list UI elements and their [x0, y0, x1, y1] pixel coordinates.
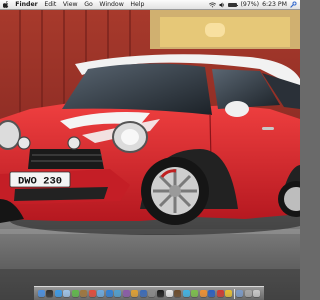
- menu-finder[interactable]: Finder: [12, 0, 41, 9]
- clock[interactable]: 6:23 PM: [262, 0, 287, 9]
- chess-icon[interactable]: [174, 290, 182, 297]
- spotlight-icon[interactable]: [290, 1, 297, 8]
- status-menus: (97%) 6:23 PM: [209, 0, 300, 9]
- preview-icon[interactable]: [97, 290, 105, 297]
- menu-go[interactable]: Go: [81, 0, 96, 9]
- license-plate-text: DWO 230: [18, 176, 62, 188]
- battery-icon[interactable]: [228, 2, 239, 7]
- textedit-icon[interactable]: [165, 290, 173, 297]
- dock: [34, 286, 264, 300]
- system-preferences-icon[interactable]: [148, 290, 156, 297]
- garageband-icon[interactable]: [131, 290, 139, 297]
- app-icon-blue[interactable]: [208, 290, 216, 297]
- downloads-stack-icon[interactable]: [236, 290, 244, 297]
- ichat-icon[interactable]: [71, 290, 79, 297]
- trash-icon[interactable]: [253, 290, 261, 297]
- menu-edit[interactable]: Edit: [41, 0, 60, 9]
- app-icon-red[interactable]: [216, 290, 224, 297]
- menu-window[interactable]: Window: [96, 0, 127, 9]
- itunes-icon[interactable]: [105, 290, 113, 297]
- documents-stack-icon[interactable]: [244, 290, 252, 297]
- battery-percentage: (97%): [240, 1, 260, 8]
- menu-bar: Finder Edit View Go Window Help (97%) 6:…: [0, 0, 300, 10]
- itunes-store-icon[interactable]: [182, 290, 190, 297]
- address-book-icon[interactable]: [80, 290, 88, 297]
- dashboard-icon[interactable]: [46, 290, 54, 297]
- terminal-icon[interactable]: [156, 290, 164, 297]
- safari-icon[interactable]: [54, 290, 62, 297]
- app-icon-green[interactable]: [191, 290, 199, 297]
- wallpaper-image: DWO 230: [0, 9, 300, 300]
- app-icon-orange[interactable]: [199, 290, 207, 297]
- ical-icon[interactable]: [88, 290, 96, 297]
- battery-level: [229, 3, 237, 6]
- desktop: { "menubar": { "apple_icon": "apple-logo…: [0, 0, 300, 300]
- wifi-icon[interactable]: [209, 2, 217, 8]
- menu-view[interactable]: View: [60, 0, 81, 9]
- apple-logo-icon[interactable]: [0, 0, 12, 9]
- app-icon-yellow[interactable]: [225, 290, 233, 297]
- quicktime-icon[interactable]: [139, 290, 147, 297]
- imovie-icon[interactable]: [122, 290, 130, 297]
- iphoto-icon[interactable]: [114, 290, 122, 297]
- dock-separator: [233, 288, 235, 299]
- mail-icon[interactable]: [63, 290, 71, 297]
- finder-icon[interactable]: [37, 290, 45, 297]
- menu-help[interactable]: Help: [127, 0, 148, 9]
- volume-icon[interactable]: [219, 2, 225, 8]
